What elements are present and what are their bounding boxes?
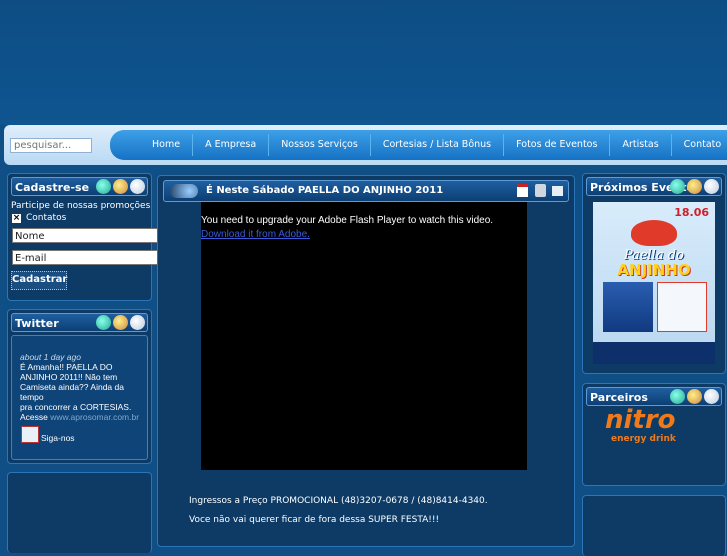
email-icon[interactable] — [552, 186, 563, 196]
checkbox-checked-icon[interactable]: × — [12, 213, 21, 223]
tweet-line: pra concorrer a CORTESIAS. — [20, 402, 132, 412]
globe-icon — [670, 179, 685, 194]
article-title: É Neste Sábado PAELLA DO ANJINHO 2011 — [206, 185, 444, 196]
tweet-link[interactable]: www.aprosomar.com.br — [50, 412, 139, 422]
article-text: Ingressos a Preço PROMOCIONAL (48)3207-0… — [189, 496, 488, 506]
partners-title: Parceiros — [590, 391, 648, 404]
header-banner — [0, 0, 727, 125]
event-poster[interactable]: 18.06 Paella do ANJINHO — [593, 202, 715, 364]
angel-icon — [704, 179, 719, 194]
nav-contato[interactable]: Contato — [672, 134, 727, 156]
nav-cortesias[interactable]: Cortesias / Lista Bônus — [371, 134, 505, 156]
flower-icon — [687, 389, 702, 404]
name-field[interactable]: Nome — [12, 228, 170, 243]
nitro-subtitle: energy drink — [611, 434, 676, 444]
partners-panel: Parceiros nitro energy drink — [582, 383, 726, 486]
article-panel: É Neste Sábado PAELLA DO ANJINHO 2011 Yo… — [157, 175, 575, 547]
nav-a-empresa[interactable]: A Empresa — [193, 134, 270, 156]
poster-footer — [593, 342, 715, 364]
globe-icon — [96, 315, 111, 330]
poster-crab-icon — [631, 220, 677, 246]
partners-panel-header: Parceiros — [586, 387, 722, 406]
flash-download-link[interactable]: Download it from Adobe. — [201, 229, 310, 240]
angel-icon — [704, 389, 719, 404]
nav-fotos-de-eventos[interactable]: Fotos de Eventos — [504, 134, 611, 156]
tweet-line: É Amanha!! PAELLA DO — [20, 362, 113, 372]
globe-icon — [170, 184, 198, 198]
poster-title: ANJINHO — [617, 261, 691, 279]
tweet-line: ANJINHO 2011!! Não tem — [20, 372, 118, 382]
signup-title: Cadastre-se — [15, 181, 90, 194]
angel-icon — [130, 315, 145, 330]
flower-icon — [113, 179, 128, 194]
contacts-checkbox-row[interactable]: × Contatos — [12, 213, 66, 223]
article-text: Voce não vai querer ficar de fora dessa … — [189, 515, 440, 525]
tweet: about 1 day ago É Amanha!! PAELLA DO ANJ… — [20, 352, 146, 422]
twitter-title: Twitter — [15, 317, 59, 330]
main-menu: Home A Empresa Nossos Serviços Cortesias… — [140, 130, 727, 160]
flash-upgrade-message: You need to upgrade your Adobe Flash Pla… — [201, 215, 494, 226]
events-panel-header: Próximos Eventos — [586, 177, 722, 196]
signup-intro: Participe de nossas promoções — [11, 201, 151, 211]
tweet-line: Camiseta ainda?? Ainda da tempo — [20, 382, 124, 402]
events-panel: Próximos Eventos 18.06 Paella do ANJINHO — [582, 173, 726, 374]
twitter-bird-icon[interactable] — [21, 426, 39, 443]
flash-video-player[interactable]: You need to upgrade your Adobe Flash Pla… — [201, 202, 527, 470]
twitter-panel-header: Twitter — [11, 313, 148, 332]
email-field[interactable]: E-mail — [12, 250, 170, 265]
follow-row[interactable]: Siga-nos — [21, 426, 75, 443]
panel-header-icons — [96, 179, 145, 194]
flower-icon — [113, 315, 128, 330]
print-icon[interactable] — [535, 184, 546, 197]
signup-panel-header: Cadastre-se — [11, 177, 148, 196]
globe-icon — [670, 389, 685, 404]
flower-icon — [687, 179, 702, 194]
bottom-right-panel — [582, 495, 726, 556]
search-input[interactable] — [10, 138, 92, 153]
panel-header-icons — [670, 389, 719, 404]
twitter-panel: Twitter about 1 day ago É Amanha!! PAELL… — [7, 309, 152, 464]
pdf-icon[interactable] — [517, 184, 528, 197]
poster-lineup — [657, 282, 707, 332]
nav-home[interactable]: Home — [140, 134, 194, 156]
tweet-time: about 1 day ago — [20, 352, 81, 362]
twitter-feed: about 1 day ago É Amanha!! PAELLA DO ANJ… — [11, 335, 148, 460]
tweet-acesse: Acesse — [20, 412, 48, 422]
poster-date: 18.06 — [674, 206, 709, 219]
nav-nossos-servicos[interactable]: Nossos Serviços — [269, 134, 371, 156]
poster-band — [603, 282, 653, 332]
follow-link[interactable]: Siga-nos — [41, 433, 75, 443]
nitro-logo[interactable]: nitro energy drink — [605, 406, 705, 452]
tweet-line: Acesse www.aprosomar.com.br — [20, 412, 146, 422]
angel-icon — [130, 179, 145, 194]
contacts-label: Contatos — [26, 213, 67, 223]
nitro-brand: nitro — [605, 405, 676, 435]
panel-header-icons — [670, 179, 719, 194]
globe-icon — [96, 179, 111, 194]
submit-button[interactable]: Cadastrar — [11, 271, 67, 290]
bottom-left-panel — [7, 472, 152, 553]
article-header: É Neste Sábado PAELLA DO ANJINHO 2011 — [163, 180, 569, 202]
nav-artistas[interactable]: Artistas — [610, 134, 672, 156]
panel-header-icons — [96, 315, 145, 330]
